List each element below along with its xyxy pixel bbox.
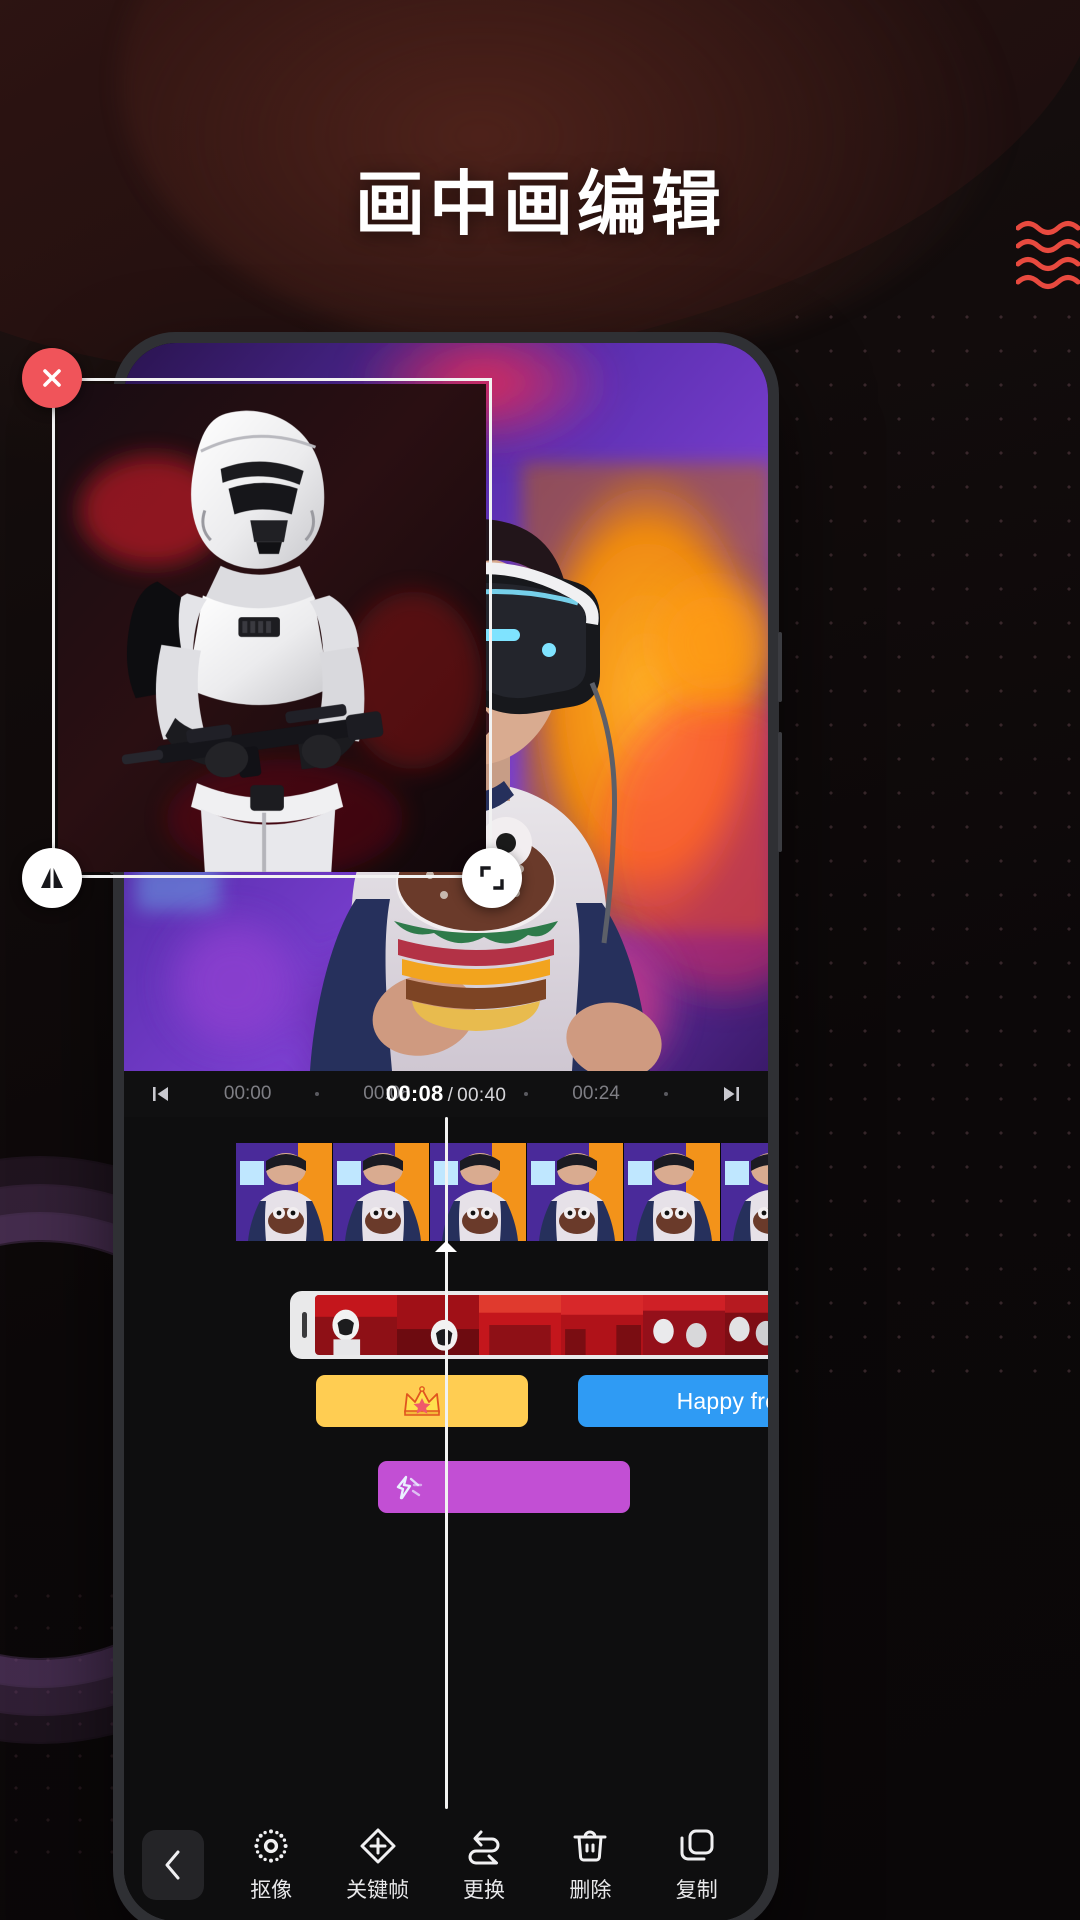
trim-handle-left[interactable] (293, 1291, 315, 1359)
close-icon (43, 369, 61, 387)
tool-list: 抠像 关键帧 更换 删除 复制 (218, 1827, 750, 1904)
tool-delete[interactable]: 删除 (538, 1827, 642, 1904)
tool-label: 关键帧 (346, 1877, 410, 1902)
pip-thumbnail (643, 1295, 725, 1355)
transport-bar: 00:00 00:08 00:24 00:08/00:40 (124, 1071, 768, 1117)
effect-spark-icon (396, 1475, 423, 1500)
timeline-thumbnail[interactable] (333, 1143, 430, 1241)
ruler-tick-dot (524, 1092, 529, 1096)
pip-video-track[interactable] (290, 1291, 768, 1359)
ruler-tick-dot (315, 1092, 320, 1096)
pip-thumbnail (315, 1295, 397, 1355)
skip-to-end-icon[interactable] (714, 1085, 748, 1103)
tool-label: 复制 (675, 1877, 718, 1902)
pip-flip-handle[interactable] (22, 848, 82, 908)
text-clip[interactable]: Happy free day (578, 1375, 768, 1427)
timeline-thumbnail[interactable] (624, 1143, 721, 1241)
ruler-tick-dot (663, 1092, 668, 1096)
timeline-thumbnail[interactable] (527, 1143, 624, 1241)
time-separator: / (447, 1085, 454, 1106)
current-time-readout: 00:08/00:40 (386, 1081, 506, 1107)
tool-keyframe[interactable]: 关键帧 (326, 1827, 430, 1904)
replace-icon (468, 1830, 500, 1864)
promo-screenshot: 画中画编辑 00:00 00:08 00:24 00:08 / 00:40 Ha… (0, 0, 1080, 1920)
pip-selection-overlay[interactable] (22, 348, 522, 908)
total-time: 00:40 (457, 1085, 507, 1106)
time-ruler[interactable]: 00:00 00:08 00:24 00:08/00:40 (178, 1071, 714, 1117)
crown-sticker-icon (404, 1386, 440, 1416)
pip-frame-strip (315, 1295, 768, 1355)
keyframe-icon (360, 1828, 396, 1863)
skip-to-start-icon[interactable] (144, 1085, 178, 1103)
tool-label: 更换 (462, 1877, 505, 1902)
ruler-tick-label: 00:24 (572, 1083, 620, 1104)
trash-icon (573, 1830, 607, 1861)
playhead[interactable] (444, 1117, 448, 1809)
mirror-flip-icon (41, 868, 63, 888)
tool-duplicate[interactable]: 复制 (645, 1827, 749, 1904)
bottom-toolbar: 抠像 关键帧 更换 删除 复制 (124, 1809, 768, 1920)
resize-corner-icon (480, 866, 504, 890)
pip-thumbnail (479, 1295, 561, 1355)
current-time: 00:08 (385, 1081, 444, 1106)
chevron-left-icon (165, 1850, 180, 1880)
timeline-thumbnail[interactable] (236, 1143, 333, 1241)
pip-thumbnail (397, 1295, 479, 1355)
chroma-key-icon (254, 1828, 288, 1863)
pip-thumbnail (725, 1295, 768, 1355)
pip-scale-handle[interactable] (462, 848, 522, 908)
duplicate-icon (680, 1829, 714, 1860)
pip-bounding-box[interactable] (52, 378, 492, 878)
pip-overlay-content (58, 384, 486, 872)
pip-thumbnail (561, 1295, 643, 1355)
tool-replace[interactable]: 更换 (432, 1827, 536, 1904)
decor-dot-grid-right (780, 300, 1080, 1400)
timeline[interactable]: Happy free day (124, 1117, 768, 1920)
effect-clip[interactable] (378, 1461, 630, 1513)
tool-label: 删除 (569, 1877, 612, 1902)
ruler-tick-label: 00:00 (223, 1083, 272, 1104)
main-video-track[interactable] (236, 1143, 768, 1241)
pip-close-handle[interactable] (22, 348, 82, 408)
phone-button-right-1 (778, 632, 782, 702)
track-selected-caret (435, 1241, 457, 1252)
sticker-clip[interactable] (316, 1375, 528, 1427)
page-title: 画中画编辑 (355, 163, 725, 245)
phone-button-right-2 (778, 732, 782, 852)
tool-chroma-key[interactable]: 抠像 (219, 1827, 323, 1904)
tool-label: 抠像 (250, 1877, 293, 1902)
timeline-thumbnail[interactable] (721, 1143, 768, 1241)
text-clip-label: Happy free day (676, 1387, 768, 1414)
back-button[interactable] (142, 1830, 204, 1900)
